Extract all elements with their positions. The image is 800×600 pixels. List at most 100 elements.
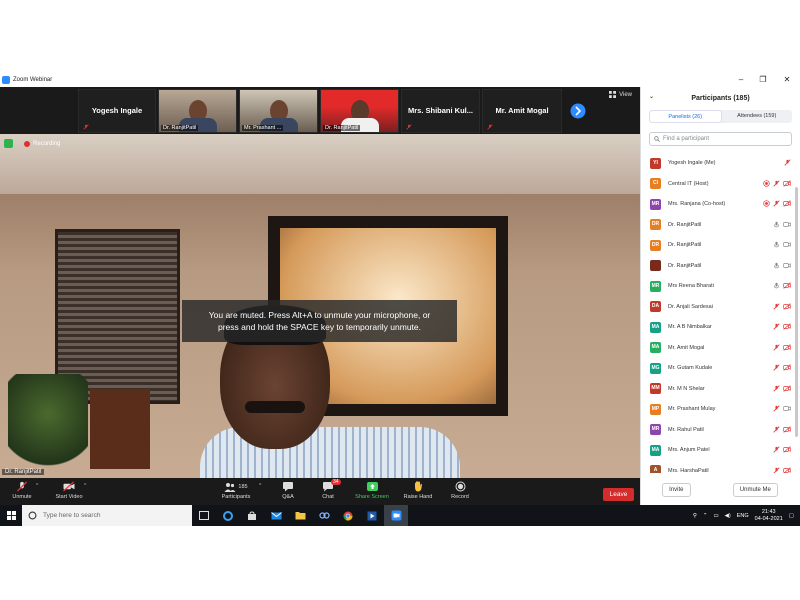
video-off-icon[interactable] (783, 282, 791, 289)
zoom-app-icon[interactable] (384, 505, 408, 526)
task-view-icon[interactable] (192, 505, 216, 526)
invite-button[interactable]: Invite (662, 483, 691, 497)
video-off-icon[interactable] (783, 302, 791, 310)
share-screen-button[interactable]: Share Screen (350, 481, 394, 500)
video-tile[interactable]: Mr. Amit Mogal (482, 89, 562, 133)
mic-muted-icon[interactable] (773, 364, 780, 371)
participant-row[interactable]: Dr. RanjitPatil (641, 256, 799, 277)
mic-muted-icon[interactable] (773, 179, 780, 187)
mic-muted-icon[interactable] (773, 384, 780, 392)
chevron-up-icon[interactable]: ^ (84, 483, 86, 489)
mic-muted-icon[interactable] (773, 425, 780, 433)
participant-row[interactable]: MM Mr. M N Shelar (641, 379, 799, 400)
minimize-button[interactable]: – (730, 73, 752, 87)
chrome-icon[interactable] (336, 505, 360, 526)
participants-count: 185 (238, 483, 248, 490)
video-icon[interactable] (783, 241, 791, 248)
participant-status-icons (773, 221, 791, 228)
participant-row[interactable]: DA Dr. Anjali Sardesai (641, 297, 799, 318)
store-icon[interactable] (240, 505, 264, 526)
edge-icon[interactable] (216, 505, 240, 526)
leave-button[interactable]: Leave (603, 488, 634, 501)
video-off-icon[interactable] (783, 343, 791, 351)
mic-icon[interactable] (773, 241, 780, 248)
search-placeholder: Find a participant (663, 136, 710, 142)
tab-panelists[interactable]: Panelists (26) (649, 110, 722, 123)
avatar: MA (650, 444, 661, 456)
participant-row[interactable]: A Mrs. HarshaPatil (641, 461, 799, 474)
video-off-icon[interactable] (783, 425, 791, 433)
mic-muted-icon[interactable] (773, 446, 780, 453)
mic-muted-icon[interactable] (773, 405, 780, 412)
video-tile[interactable]: Mrs. Shibani Kul... (401, 89, 480, 133)
video-off-icon[interactable] (783, 384, 791, 392)
participant-search-input[interactable]: Find a participant (649, 132, 792, 146)
tab-attendees[interactable]: Attendees (159) (722, 110, 793, 123)
language-icon[interactable]: ENG (737, 513, 749, 519)
start-button[interactable] (0, 505, 22, 526)
clock[interactable]: 21:43 04-04-2021 (755, 509, 783, 523)
participant-row[interactable]: MA Mrs. Anjum Patel (641, 440, 799, 461)
mic-icon[interactable] (773, 221, 780, 228)
next-page-button[interactable] (570, 103, 586, 119)
battery-icon[interactable]: ▭ (713, 513, 718, 519)
participant-row[interactable]: MA Mr. A B Nimbalkar (641, 317, 799, 338)
participant-row[interactable]: MR Mrs. Ranjana (Co-host) (641, 194, 799, 215)
mic-muted-icon[interactable] (773, 466, 780, 474)
chevron-down-icon[interactable]: ⌄ (649, 93, 654, 100)
taskbar-search-input[interactable]: Type here to search (22, 505, 192, 526)
mic-muted-icon[interactable] (773, 302, 780, 310)
chevron-up-icon[interactable]: ^ (259, 483, 261, 489)
mic-icon[interactable] (773, 262, 780, 269)
qa-button[interactable]: Q&A (266, 481, 310, 500)
participant-row[interactable]: MG Mr. Gutam Kudale (641, 358, 799, 379)
panel-scrollbar[interactable] (795, 187, 798, 437)
volume-icon[interactable]: ◀) (725, 513, 731, 519)
participants-button[interactable]: 185 Participants (214, 481, 258, 500)
desktop-screen: Zoom Webinar – ❐ ✕ Yogesh Ingale Dr. Ran… (0, 73, 800, 526)
record-button[interactable]: Record (438, 481, 482, 500)
link-app-icon[interactable] (312, 505, 336, 526)
video-icon[interactable] (783, 262, 791, 269)
participant-row[interactable]: CI Central IT (Host) (641, 174, 799, 195)
mail-icon[interactable] (264, 505, 288, 526)
muted-notification-line1: You are muted. Press Alt+A to unmute you… (208, 310, 431, 320)
raise-hand-button[interactable]: Raise Hand (396, 481, 440, 500)
video-tile[interactable]: Yogesh Ingale (78, 89, 156, 133)
video-tile[interactable]: Dr. RanjitPatil (158, 89, 237, 133)
chevron-up-icon[interactable]: ^ (36, 483, 38, 489)
close-button[interactable]: ✕ (776, 73, 798, 87)
mic-icon[interactable] (773, 282, 780, 289)
video-off-icon[interactable] (783, 446, 791, 453)
mic-muted-icon[interactable] (773, 343, 780, 351)
chat-button[interactable]: 34 Chat (306, 479, 350, 500)
video-icon[interactable] (783, 405, 791, 412)
notifications-icon[interactable]: ▢ (789, 513, 794, 519)
file-explorer-icon[interactable] (288, 505, 312, 526)
participant-row[interactable]: MR Mrs Reena Bharati (641, 276, 799, 297)
participant-row[interactable]: YI Yogesh Ingale (Me) (641, 153, 799, 174)
video-icon[interactable] (783, 221, 791, 228)
view-button[interactable]: View (609, 91, 632, 98)
mic-muted-icon[interactable] (773, 200, 780, 207)
active-speaker-label: Dr. RanjitPatil (2, 469, 45, 475)
video-tile[interactable]: Dr. RanjitPatil (320, 89, 399, 133)
mic-muted-icon[interactable] (773, 323, 780, 330)
participant-row[interactable]: DR Dr. RanjitPatil (641, 215, 799, 236)
media-player-icon[interactable] (360, 505, 384, 526)
participant-row[interactable]: MP Mr. Prashant Mulay (641, 399, 799, 420)
chevron-up-icon[interactable]: ⌃ (703, 513, 708, 519)
participant-row[interactable]: MR Mr. Rahul Patil (641, 420, 799, 441)
video-off-icon[interactable] (783, 200, 791, 207)
unmute-me-button[interactable]: Unmute Me (732, 483, 778, 497)
video-off-icon[interactable] (783, 466, 791, 474)
participant-row[interactable]: MA Mr. Amit Mogal (641, 338, 799, 359)
participant-row[interactable]: DR Dr. RanjitPatil (641, 235, 799, 256)
video-tile[interactable]: Mr. Prashant ... (239, 89, 318, 133)
maximize-button[interactable]: ❐ (752, 73, 774, 87)
video-off-icon[interactable] (783, 179, 791, 187)
video-off-icon[interactable] (783, 364, 791, 371)
people-tray-icon[interactable]: ⚲ (693, 513, 697, 519)
video-off-icon[interactable] (783, 323, 791, 330)
mic-muted-icon[interactable] (784, 159, 791, 166)
